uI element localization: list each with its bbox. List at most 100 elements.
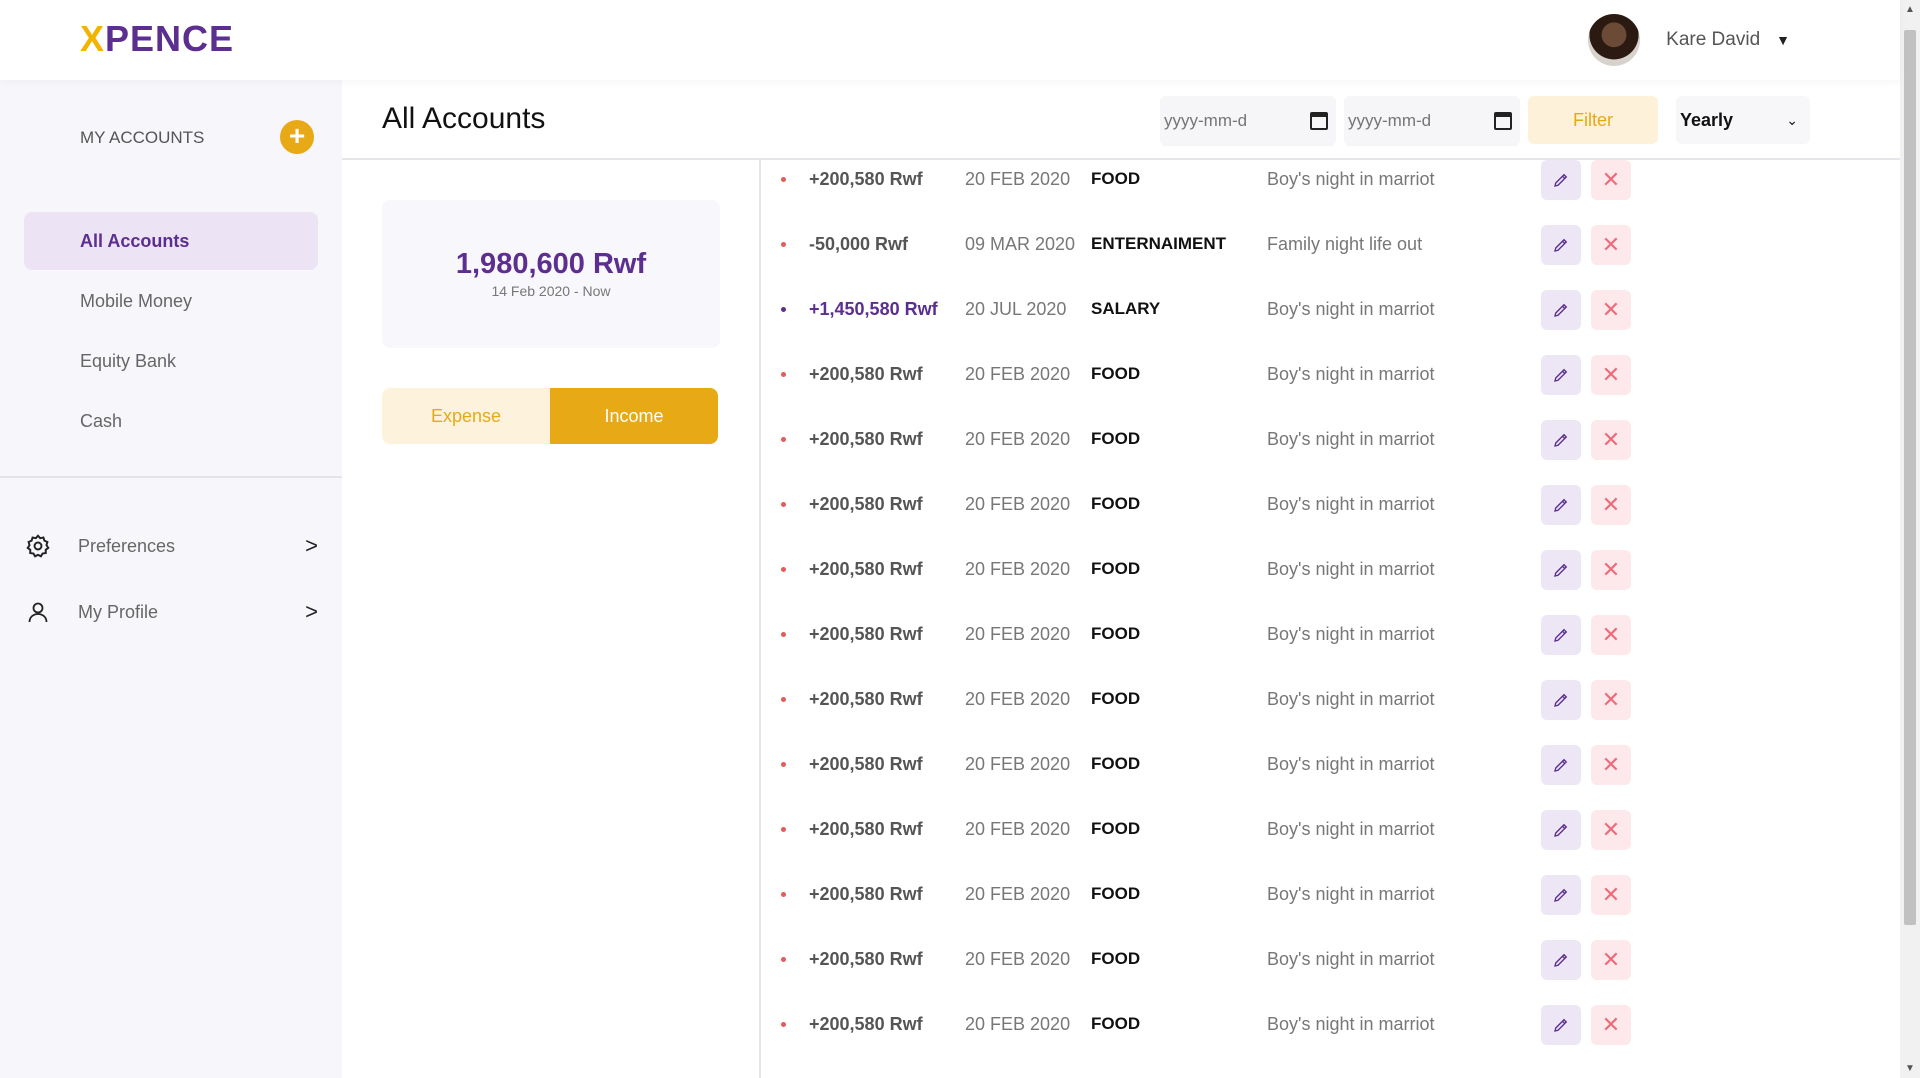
pencil-icon bbox=[1554, 303, 1568, 317]
balance-range: 14 Feb 2020 - Now bbox=[491, 283, 611, 299]
delete-button[interactable]: ✕ bbox=[1591, 160, 1631, 200]
edit-button[interactable] bbox=[1541, 485, 1581, 525]
table-row[interactable]: +200,580 Rwf 20 FEB 2020 FOOD Boy's night i… bbox=[781, 863, 1861, 928]
status-dot bbox=[781, 697, 786, 702]
tx-date: 20 FEB 2020 bbox=[965, 949, 1071, 969]
delete-button[interactable]: ✕ bbox=[1591, 1005, 1631, 1045]
table-row[interactable]: +200,580 Rwf 20 FEB 2020 FOOD Boy's night i… bbox=[781, 408, 1861, 473]
caret-down-icon[interactable]: ▼ bbox=[1776, 32, 1790, 48]
tx-description: Boy's night in marriot bbox=[1267, 884, 1435, 904]
table-row[interactable]: +200,580 Rwf 20 FEB 2020 FOOD Boy's night i… bbox=[781, 473, 1861, 538]
pencil-icon bbox=[1554, 693, 1568, 707]
column-divider bbox=[759, 160, 761, 1078]
table-row[interactable]: +200,580 Rwf 20 FEB 2020 FOOD Boy's night i… bbox=[781, 603, 1861, 668]
user-name[interactable]: Kare David bbox=[1666, 29, 1760, 51]
close-icon: ✕ bbox=[1601, 1012, 1621, 1037]
tx-category: FOOD bbox=[1091, 1014, 1141, 1033]
edit-button[interactable] bbox=[1541, 1005, 1581, 1045]
edit-button[interactable] bbox=[1541, 355, 1581, 395]
table-row[interactable]: +200,580 Rwf 20 FEB 2020 FOOD Boy's night i… bbox=[781, 928, 1861, 993]
sidebar-item-mobile-money[interactable]: Mobile Money bbox=[24, 272, 318, 330]
table-row[interactable]: +1,450,580 Rwf 20 JUL 2020 SALARY Boy's nig… bbox=[781, 278, 1861, 343]
edit-button[interactable] bbox=[1541, 225, 1581, 265]
tx-category: FOOD bbox=[1091, 494, 1141, 513]
delete-button[interactable]: ✕ bbox=[1591, 550, 1631, 590]
edit-button[interactable] bbox=[1541, 160, 1581, 200]
tx-category: FOOD bbox=[1091, 689, 1141, 708]
logo-rest: PENCE bbox=[105, 18, 235, 59]
delete-button[interactable]: ✕ bbox=[1591, 355, 1631, 395]
balance-card: 1,980,600 Rwf 14 Feb 2020 - Now bbox=[382, 200, 720, 348]
sidebar-item-my-profile[interactable]: My Profile > bbox=[24, 592, 318, 632]
pencil-icon bbox=[1554, 563, 1568, 577]
scroll-down-icon[interactable]: ▼ bbox=[1905, 1063, 1915, 1074]
close-icon: ✕ bbox=[1601, 362, 1621, 387]
avatar[interactable] bbox=[1588, 14, 1641, 66]
pencil-icon bbox=[1554, 433, 1568, 447]
scroll-thumb[interactable] bbox=[1904, 30, 1916, 925]
table-row[interactable]: +200,580 Rwf 20 FEB 2020 FOOD Boy's night i… bbox=[781, 668, 1861, 733]
delete-button[interactable]: ✕ bbox=[1591, 485, 1631, 525]
balance-amount: 1,980,600 Rwf bbox=[455, 248, 647, 280]
pencil-icon bbox=[1554, 888, 1568, 902]
delete-button[interactable]: ✕ bbox=[1591, 225, 1631, 265]
sidebar-item-cash[interactable]: Cash bbox=[24, 392, 318, 450]
table-row[interactable]: +200,580 Rwf 20 FEB 2020 FOOD Boy's night i… bbox=[781, 148, 1861, 213]
delete-button[interactable]: ✕ bbox=[1591, 680, 1631, 720]
table-row[interactable]: +200,580 Rwf 20 FEB 2020 FOOD Boy's night i… bbox=[781, 733, 1861, 798]
sidebar-item-all-accounts[interactable]: All Accounts bbox=[24, 212, 318, 270]
date-to-field[interactable] bbox=[1344, 96, 1520, 146]
delete-button[interactable]: ✕ bbox=[1591, 290, 1631, 330]
period-select[interactable]: Yearly ⌄ bbox=[1676, 96, 1810, 144]
edit-button[interactable] bbox=[1541, 290, 1581, 330]
date-from-input[interactable] bbox=[1164, 111, 1284, 131]
status-dot bbox=[781, 177, 786, 182]
edit-button[interactable] bbox=[1541, 745, 1581, 785]
status-dot bbox=[781, 892, 786, 897]
table-row[interactable]: +200,580 Rwf 20 FEB 2020 FOOD Boy's night i… bbox=[781, 538, 1861, 603]
delete-button[interactable]: ✕ bbox=[1591, 940, 1631, 980]
edit-button[interactable] bbox=[1541, 615, 1581, 655]
tx-category: ENTERNAIMENT bbox=[1091, 234, 1227, 253]
income-tab[interactable]: Income bbox=[550, 388, 718, 444]
sidebar-item-equity-bank[interactable]: Equity Bank bbox=[24, 332, 318, 390]
expense-tab[interactable]: Expense bbox=[382, 388, 550, 444]
delete-button[interactable]: ✕ bbox=[1591, 615, 1631, 655]
close-icon: ✕ bbox=[1601, 947, 1621, 972]
edit-button[interactable] bbox=[1541, 550, 1581, 590]
edit-button[interactable] bbox=[1541, 875, 1581, 915]
filter-button[interactable]: Filter bbox=[1528, 96, 1658, 144]
tx-description: Boy's night in marriot bbox=[1267, 559, 1435, 579]
delete-button[interactable]: ✕ bbox=[1591, 875, 1631, 915]
tx-date: 20 FEB 2020 bbox=[965, 754, 1071, 774]
tx-description: Boy's night in marriot bbox=[1267, 1014, 1435, 1034]
tx-date: 20 FEB 2020 bbox=[965, 429, 1071, 449]
edit-button[interactable] bbox=[1541, 680, 1581, 720]
scroll-up-icon[interactable]: ▲ bbox=[1905, 4, 1915, 15]
delete-button[interactable]: ✕ bbox=[1591, 810, 1631, 850]
my-accounts-heading: MY ACCOUNTS bbox=[80, 128, 205, 147]
edit-button[interactable] bbox=[1541, 810, 1581, 850]
tx-date: 20 FEB 2020 bbox=[965, 689, 1071, 709]
tx-amount: +200,580 Rwf bbox=[809, 429, 923, 449]
sidebar-item-preferences[interactable]: Preferences > bbox=[24, 526, 318, 566]
delete-button[interactable]: ✕ bbox=[1591, 420, 1631, 460]
edit-button[interactable] bbox=[1541, 420, 1581, 460]
date-from-field[interactable] bbox=[1160, 96, 1336, 146]
pencil-icon bbox=[1554, 173, 1568, 187]
user-menu[interactable]: Kare David ▼ bbox=[1588, 14, 1790, 66]
calendar-icon[interactable] bbox=[1494, 112, 1512, 130]
delete-button[interactable]: ✕ bbox=[1591, 745, 1631, 785]
add-account-button[interactable]: + bbox=[280, 120, 314, 154]
calendar-icon[interactable] bbox=[1310, 112, 1328, 130]
date-to-input[interactable] bbox=[1348, 111, 1468, 131]
edit-button[interactable] bbox=[1541, 940, 1581, 980]
table-row[interactable]: +200,580 Rwf 20 FEB 2020 FOOD Boy's night i… bbox=[781, 993, 1861, 1058]
tx-date: 20 JUL 2020 bbox=[965, 299, 1067, 319]
preferences-label: Preferences bbox=[78, 535, 176, 556]
table-row[interactable]: +200,580 Rwf 20 FEB 2020 FOOD Boy's night i… bbox=[781, 343, 1861, 408]
app-logo[interactable]: XPENCE bbox=[80, 18, 234, 60]
vertical-scrollbar[interactable]: ▲ ▼ bbox=[1900, 0, 1920, 1078]
table-row[interactable]: -50,000 Rwf 09 MAR 2020 ENTERNAIMENT Family… bbox=[781, 213, 1861, 278]
table-row[interactable]: +200,580 Rwf 20 FEB 2020 FOOD Boy's night i… bbox=[781, 798, 1861, 863]
